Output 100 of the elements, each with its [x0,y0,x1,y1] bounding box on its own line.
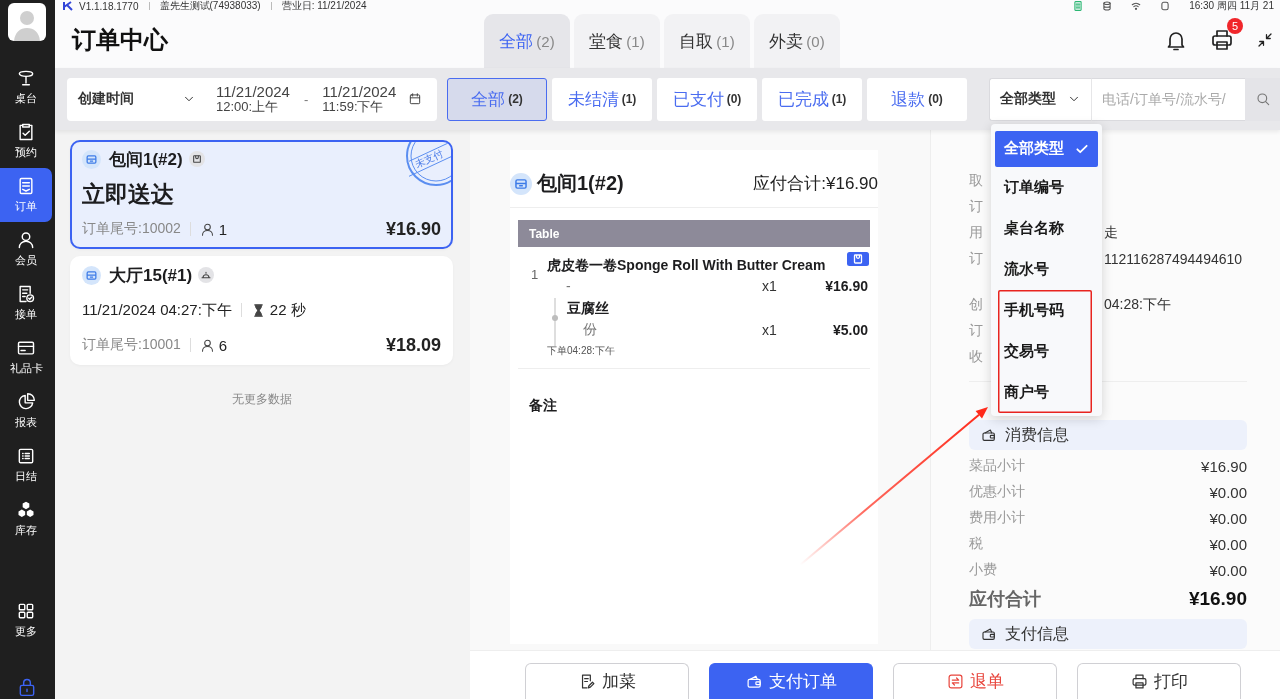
range-separator: - [303,91,309,107]
item-name: 豆腐丝 [567,300,609,318]
dropdown-option[interactable]: 交易号 [998,330,1092,372]
wifi-icon [1131,1,1142,11]
guest-count: 6 [218,336,228,354]
status-filter-tab[interactable]: 退款 (0) [867,77,967,121]
total-label: 应付合计 [969,588,1041,611]
sidebar-item[interactable]: 报表 [0,384,52,438]
store-icon [82,265,101,285]
print-button[interactable]: 打印 [1077,663,1241,699]
order-type-tab[interactable]: 自取 (1) [664,14,750,68]
dropdown-option[interactable]: 手机号码 [998,289,1092,331]
status-filter-tab[interactable]: 全部 (2) [447,77,547,121]
dropdown-option[interactable]: 流水号 [995,248,1098,290]
pie-chart-icon [16,392,36,412]
sidebar-item[interactable]: 接单 [0,276,52,330]
calendar-icon[interactable] [408,92,423,106]
cubes-icon [16,500,36,520]
order-headline: 立即送达 [82,179,174,209]
summary-value: ¥0.00 [1209,509,1247,527]
info-label: 创 [969,296,983,314]
status-filter-tab[interactable]: 已支付 (0) [657,77,757,121]
table-name: 包间1(#2) [537,171,624,196]
dish-icon [198,267,215,283]
printer-icon [1130,673,1148,690]
item-price: ¥5.00 [832,322,868,338]
end-of-list-note: 无更多数据 [231,391,292,408]
guest-count: 1 [218,220,228,238]
section-header: Table [518,220,870,247]
info-label: 收 [969,348,983,366]
avatar-icon[interactable] [8,3,46,41]
add-dishes-button[interactable]: 加菜 [525,663,689,699]
sidebar-item[interactable]: 库存 [0,492,52,546]
order-type-tab[interactable]: 堂食 (1) [574,14,660,68]
info-value: 走 [1104,224,1118,242]
sidebar-item[interactable]: 桌台 [0,60,52,114]
info-value: 04:28:下午 [1104,296,1171,314]
order-card[interactable]: 大厅15(#1) 11/21/2024 04:27:下午 22 秒 订单尾号:10001 6 ¥18.09 [70,256,453,365]
cancel-order-button[interactable]: 退单 [893,663,1057,699]
printer-icon[interactable] [1210,28,1234,52]
bag-icon [188,151,205,167]
document-icon [1073,1,1084,11]
date-type-select[interactable]: 创建时间 [78,90,196,108]
store-icon [82,149,101,169]
summary-label: 费用小计 [969,509,1025,527]
summary-value: ¥16.90 [1201,457,1247,475]
collapse-icon[interactable] [1256,31,1274,49]
section-title: 消费信息 [1005,424,1069,445]
item-index: 1 [531,267,539,282]
order-type-tab[interactable]: 全部 (2) [484,14,570,68]
exchange-icon [946,673,964,690]
document-check-icon [16,284,36,304]
search-field[interactable]: 电话/订单号/流水号/ [1091,77,1245,121]
end-date: 11/21/2024 [322,83,397,100]
page-title: 订单中心 [72,25,168,55]
business-day: 营业日: 11/21/2024 [281,0,367,13]
database-icon [1102,1,1113,11]
card-icon [16,338,36,358]
wallet-icon [745,673,763,690]
amount-due: 应付合计:¥16.90 [753,173,878,195]
start-time: 12:00:上午 [216,100,279,115]
dropdown-option[interactable]: 全部类型 [995,130,1098,167]
info-label: 订 [969,198,983,216]
elapsed-time: 22 秒 [269,300,306,320]
item-spec: 份 [583,321,597,339]
search-type-select[interactable]: 全部类型 [989,77,1091,121]
item-name: 虎皮卷一卷Sponge Roll With Butter Cream [547,256,826,275]
dropdown-option[interactable]: 商户号 [998,371,1092,413]
dropdown-option[interactable]: 桌台名称 [995,207,1098,249]
wallet-icon [981,626,997,642]
sidebar-item[interactable]: 更多 [0,593,52,647]
item-quantity: x1 [762,278,777,294]
unpaid-stamp: 未支付 [405,142,451,188]
pay-order-button[interactable]: 支付订单 [709,663,873,699]
status-filter-tab[interactable]: 未结清 (1) [552,77,652,121]
order-time: 下单04:28:下午 [547,344,615,358]
summary-value: ¥0.00 [1209,535,1247,553]
timeline-icon [551,298,559,346]
order-card[interactable]: 包间1(#2) 立即送达 订单尾号:10002 1 ¥16.90 未支付 [70,140,453,249]
order-type-tab[interactable]: 外卖 (0) [754,14,840,68]
end-time: 11:59:下午 [322,100,384,115]
total-value: ¥16.90 [1188,588,1247,610]
dropdown-option[interactable]: 订单编号 [995,166,1098,208]
summary-label: 小费 [969,561,997,579]
order-tail-number: 订单尾号:10002 [82,220,181,238]
summary-value: ¥0.00 [1209,561,1247,579]
status-filter-tab[interactable]: 已完成 (1) [762,77,862,121]
bag-icon [847,252,869,266]
sidebar-item[interactable]: 礼品卡 [0,330,52,384]
search-icon [1254,91,1271,107]
info-label: 订 [969,322,983,340]
sidebar-item[interactable]: 日结 [0,438,52,492]
item-price: ¥16.90 [825,278,868,294]
info-value: 112116287494494610 [1104,251,1243,267]
grid-icon [16,601,36,621]
sidebar-item[interactable]: 会员 [0,222,52,276]
sidebar-item[interactable]: 订单 [0,168,52,222]
sidebar-item[interactable]: 预约 [0,114,52,168]
start-date: 11/21/2024 [216,83,290,100]
summary-value: ¥0.00 [1209,483,1247,501]
